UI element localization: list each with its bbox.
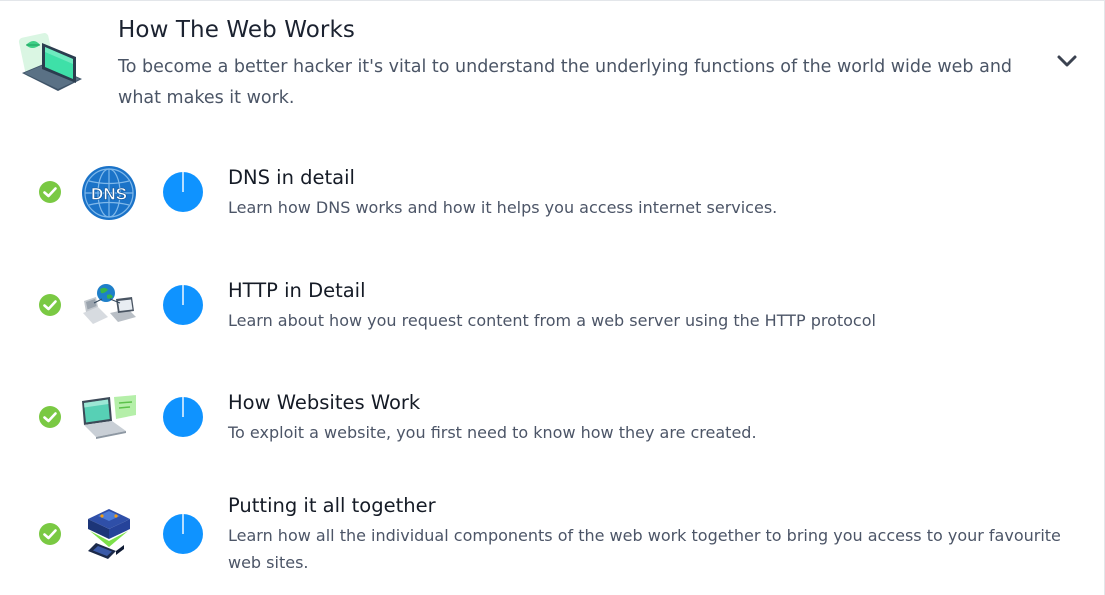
- room-title: How Websites Work: [228, 391, 421, 414]
- room-title: HTTP in Detail: [228, 279, 366, 302]
- module-page: How The Web Works To become a better hac…: [0, 0, 1105, 595]
- laptop-illustration-icon: [18, 33, 82, 91]
- progress-circle-icon: [163, 285, 203, 325]
- check-circle-icon: [39, 181, 61, 203]
- room-title: Putting it all together: [228, 494, 436, 517]
- module-title: How The Web Works: [118, 17, 355, 43]
- room-title: DNS in detail: [228, 166, 355, 189]
- laptop-website-icon: [82, 395, 136, 439]
- progress-circle-icon: [163, 514, 203, 554]
- room-description: Learn how DNS works and how it helps you…: [228, 198, 778, 217]
- room-description: Learn how all the individual components …: [228, 526, 1061, 572]
- check-circle-icon: [39, 406, 61, 428]
- web-components-cube-icon: [88, 509, 130, 559]
- dns-globe-icon: DNS: [82, 166, 136, 220]
- room-item-how-websites-work[interactable]: How Websites Work To exploit a website, …: [0, 366, 1103, 466]
- module-description: To become a better hacker it's vital to …: [118, 57, 1013, 108]
- room-item-dns[interactable]: DNS DNS in detail Learn how DNS works an…: [0, 141, 1103, 241]
- check-circle-icon: [39, 523, 61, 545]
- progress-circle-icon: [163, 397, 203, 437]
- check-circle-icon: [39, 294, 61, 316]
- room-item-http[interactable]: HTTP in Detail Learn about how you reque…: [0, 254, 1103, 354]
- room-description: Learn about how you request content from…: [228, 311, 876, 330]
- http-network-icon: [83, 284, 136, 324]
- svg-text:DNS: DNS: [91, 185, 127, 204]
- room-description: To exploit a website, you first need to …: [228, 423, 757, 442]
- chevron-down-icon[interactable]: [1052, 49, 1082, 75]
- room-item-putting-it-all-together[interactable]: Putting it all together Learn how all th…: [0, 469, 1103, 572]
- progress-circle-icon: [163, 172, 203, 212]
- module-header[interactable]: How The Web Works To become a better hac…: [0, 1, 1103, 121]
